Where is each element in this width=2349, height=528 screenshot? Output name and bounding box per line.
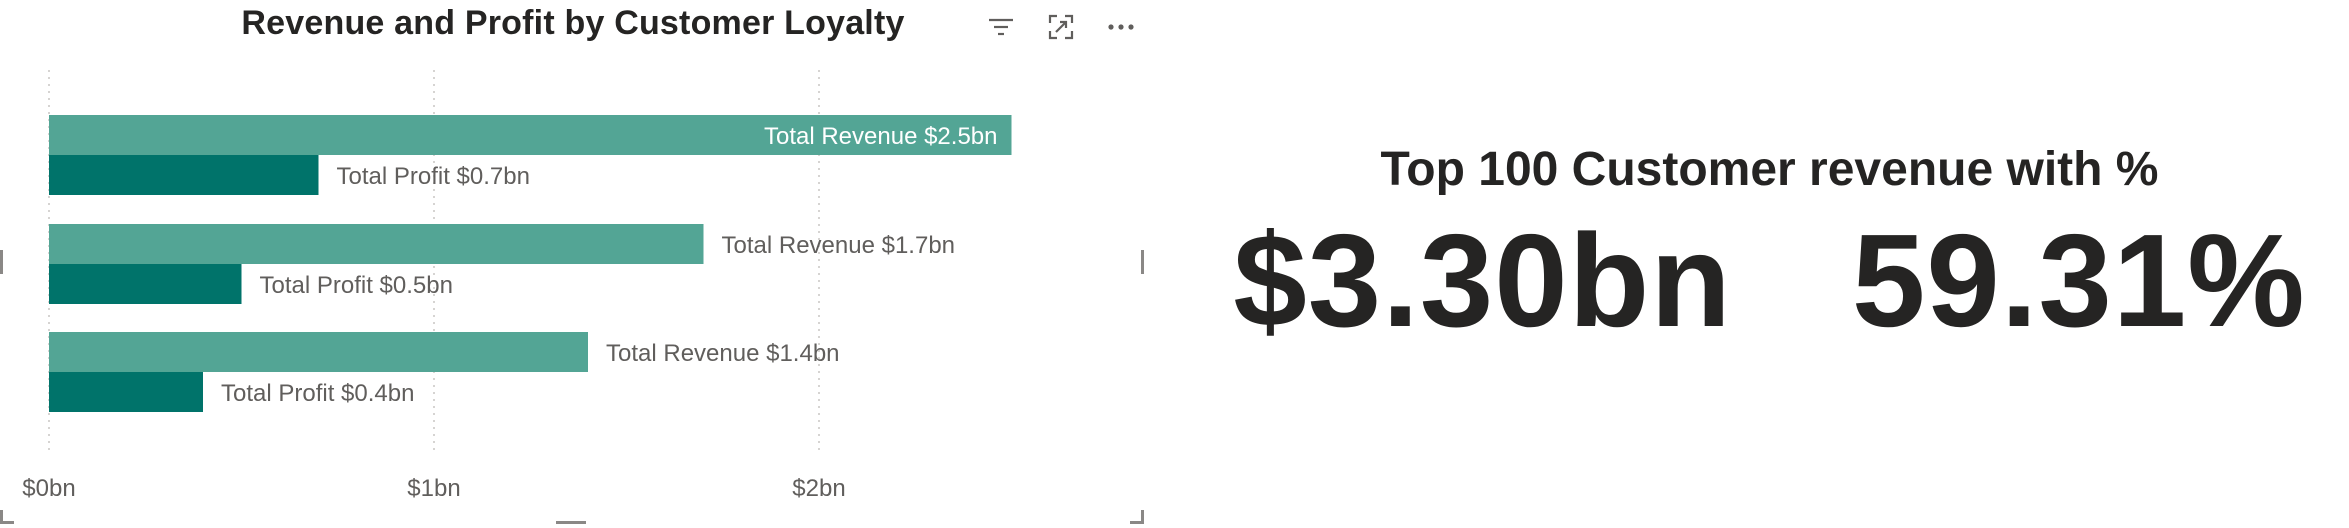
profit-data-label: Total Profit $0.7bn	[337, 163, 530, 190]
x-tick-label: $0bn	[22, 475, 75, 502]
x-tick-label: $2bn	[792, 475, 845, 502]
profit-data-label: Total Profit $0.4bn	[221, 380, 414, 407]
resize-handle-right[interactable]	[1141, 250, 1144, 274]
revenue-bar	[49, 332, 588, 372]
profit-bar	[49, 155, 319, 195]
revenue-bar	[49, 224, 704, 264]
kpi-values: $3.30bn 59.31%	[1190, 215, 2349, 347]
revenue-data-label: Total Revenue $1.4bn	[606, 340, 840, 367]
revenue-data-label: Total Revenue $2.5bn	[764, 123, 998, 150]
chart-title: Revenue and Profit by Customer Loyalty	[241, 4, 905, 42]
resize-handle-left[interactable]	[0, 250, 3, 274]
profit-bar	[49, 264, 242, 304]
visual-header-icons	[984, 10, 1138, 44]
resize-handle-bottom[interactable]	[556, 521, 586, 524]
x-tick-label: $1bn	[407, 475, 460, 502]
bar-chart: Total Revenue $2.5bn Total Profit $0.7bn T…	[22, 70, 1012, 502]
resize-handle-bottom-left-h	[0, 521, 14, 524]
revenue-profit-chart-visual[interactable]: Total Revenue $2.5bn Total Profit $0.7bn T…	[0, 0, 1146, 525]
kpi-title: Top 100 Customer revenue with %	[1380, 143, 2159, 196]
resize-handle-bottom-right-h	[1130, 521, 1144, 524]
more-options-icon[interactable]	[1104, 10, 1138, 44]
focus-mode-icon[interactable]	[1044, 10, 1078, 44]
kpi-percent-value: 59.31%	[1851, 207, 2306, 354]
filter-icon[interactable]	[984, 10, 1018, 44]
profit-data-label: Total Profit $0.5bn	[260, 272, 453, 299]
kpi-revenue-value: $3.30bn	[1233, 207, 1732, 354]
top-customer-kpi-card[interactable]: Top 100 Customer revenue with % $3.30bn …	[1190, 120, 2349, 420]
revenue-data-label: Total Revenue $1.7bn	[722, 232, 956, 259]
profit-bar	[49, 372, 203, 412]
